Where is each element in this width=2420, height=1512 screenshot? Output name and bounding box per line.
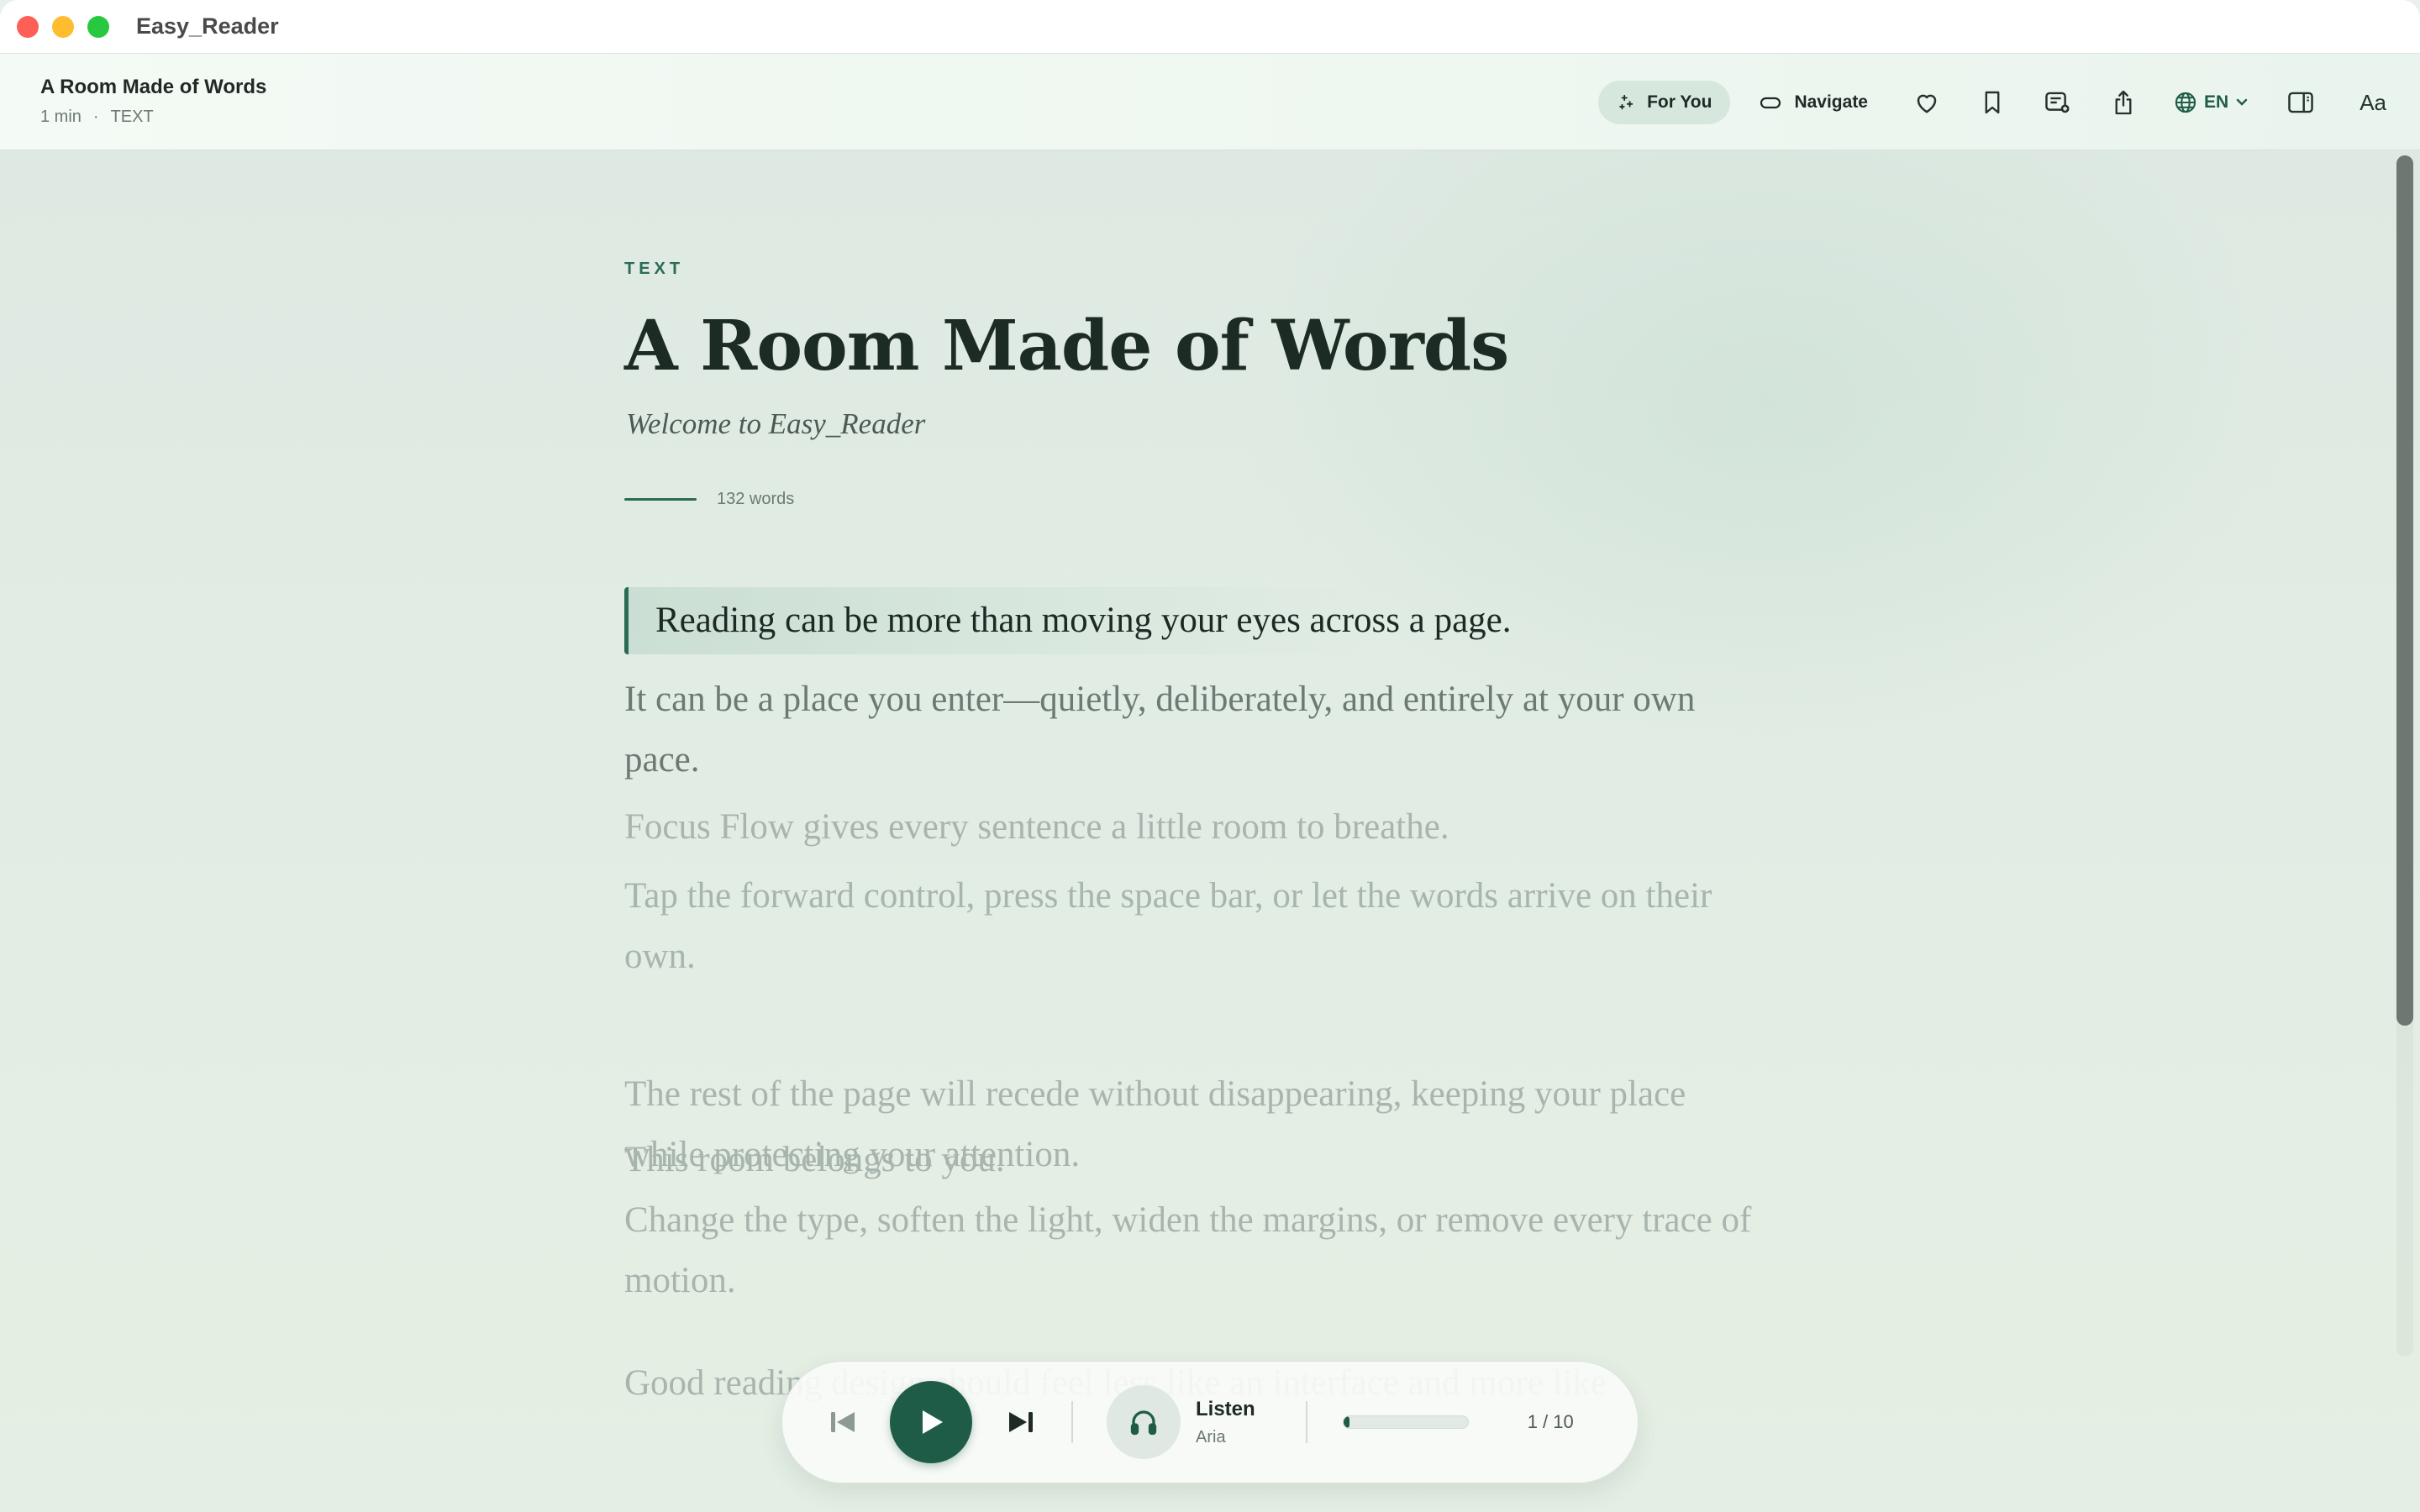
add-to-list-icon bbox=[2045, 92, 2070, 113]
next-sentence-button[interactable] bbox=[1004, 1405, 1038, 1439]
maximize-window-button[interactable] bbox=[87, 15, 109, 38]
word-count: 132 words bbox=[624, 490, 794, 509]
sentence[interactable]: It can be a place you enter—quietly, del… bbox=[624, 669, 1767, 790]
sparkle-icon bbox=[1619, 94, 1634, 110]
meta-separator: · bbox=[92, 108, 99, 126]
document-info: A Room Made of Words 1 min · TEXT bbox=[40, 76, 266, 127]
sentence[interactable]: Focus Flow gives every sentence a little… bbox=[624, 797, 1767, 858]
article-kicker: TEXT bbox=[624, 260, 685, 278]
bookmark-button[interactable] bbox=[1967, 79, 2018, 126]
article-subtitle: Welcome to Easy_Reader bbox=[626, 407, 926, 440]
share-icon bbox=[2115, 90, 2132, 115]
play-icon bbox=[923, 1410, 943, 1434]
close-window-button[interactable] bbox=[17, 15, 39, 38]
navigate-button[interactable]: Navigate bbox=[1740, 81, 1886, 124]
toolbar-actions: For You Navigate EN Aa bbox=[1598, 79, 2386, 126]
previous-sentence-button[interactable] bbox=[826, 1405, 860, 1439]
language-selector[interactable]: EN bbox=[2174, 91, 2249, 114]
navigate-label: Navigate bbox=[1794, 92, 1868, 112]
sentence[interactable]: Tap the forward control, press the space… bbox=[624, 866, 1767, 987]
heart-icon bbox=[1917, 94, 1937, 113]
minimize-window-button[interactable] bbox=[52, 15, 74, 38]
app-title: Easy_Reader bbox=[136, 13, 279, 39]
listen-button[interactable] bbox=[1107, 1385, 1181, 1459]
for-you-button[interactable]: For You bbox=[1598, 81, 1731, 124]
reading-list-button[interactable] bbox=[2033, 79, 2083, 126]
share-button[interactable] bbox=[2098, 79, 2149, 126]
app-window: Easy_Reader A Room Made of Words 1 min ·… bbox=[0, 0, 2420, 1512]
reading-time: 1 min bbox=[40, 108, 82, 126]
current-sentence-text: Reading can be more than moving your eye… bbox=[655, 601, 1512, 640]
sentence-counter: 1 / 10 bbox=[1527, 1411, 1574, 1432]
document-type: TEXT bbox=[110, 108, 154, 126]
navigate-icon bbox=[1760, 97, 1781, 109]
progress-bar[interactable] bbox=[1342, 1415, 1469, 1429]
sentence[interactable]: This room belongs to you. bbox=[624, 1130, 1767, 1190]
reading-area[interactable]: TEXT A Room Made of Words Welcome to Eas… bbox=[0, 150, 2420, 1512]
play-button[interactable] bbox=[890, 1381, 972, 1463]
title-bar: Easy_Reader bbox=[0, 0, 2420, 54]
player-divider bbox=[1305, 1401, 1307, 1443]
reader-toolbar: A Room Made of Words 1 min · TEXT For Yo… bbox=[0, 54, 2420, 150]
sentence[interactable]: Change the type, soften the light, widen… bbox=[624, 1190, 1767, 1311]
current-sentence[interactable]: Reading can be more than moving your eye… bbox=[624, 587, 1633, 654]
window-controls bbox=[17, 15, 109, 38]
bookmark-icon bbox=[1985, 91, 2000, 114]
skip-forward-icon bbox=[1009, 1412, 1033, 1432]
scrollbar-thumb[interactable] bbox=[2396, 155, 2413, 1026]
player-divider bbox=[1071, 1401, 1073, 1443]
listen-title: Listen bbox=[1196, 1397, 1255, 1420]
chevron-down-icon bbox=[2236, 98, 2248, 106]
word-count-rule bbox=[624, 498, 697, 501]
sidebar-toggle-button[interactable] bbox=[2275, 79, 2326, 126]
word-count-label: 132 words bbox=[717, 490, 795, 508]
globe-icon bbox=[2175, 92, 2196, 113]
headphones-icon bbox=[1130, 1410, 1157, 1436]
progress-fill bbox=[1343, 1416, 1350, 1428]
document-title: A Room Made of Words bbox=[40, 76, 267, 98]
favorite-button[interactable] bbox=[1902, 79, 1952, 126]
listen-info: Listen Aria bbox=[1196, 1398, 1255, 1447]
for-you-label: For You bbox=[1647, 92, 1712, 112]
text-settings-button[interactable]: Aa bbox=[2360, 90, 2386, 116]
playback-controls: Listen Aria 1 / 10 bbox=[781, 1361, 1639, 1483]
article-title: A Room Made of Words bbox=[624, 306, 1509, 386]
language-label: EN bbox=[2204, 92, 2229, 112]
document-meta: 1 min · TEXT bbox=[40, 108, 266, 127]
voice-name: Aria bbox=[1196, 1427, 1226, 1446]
sidebar-icon bbox=[2288, 92, 2313, 113]
skip-back-icon bbox=[831, 1412, 855, 1432]
